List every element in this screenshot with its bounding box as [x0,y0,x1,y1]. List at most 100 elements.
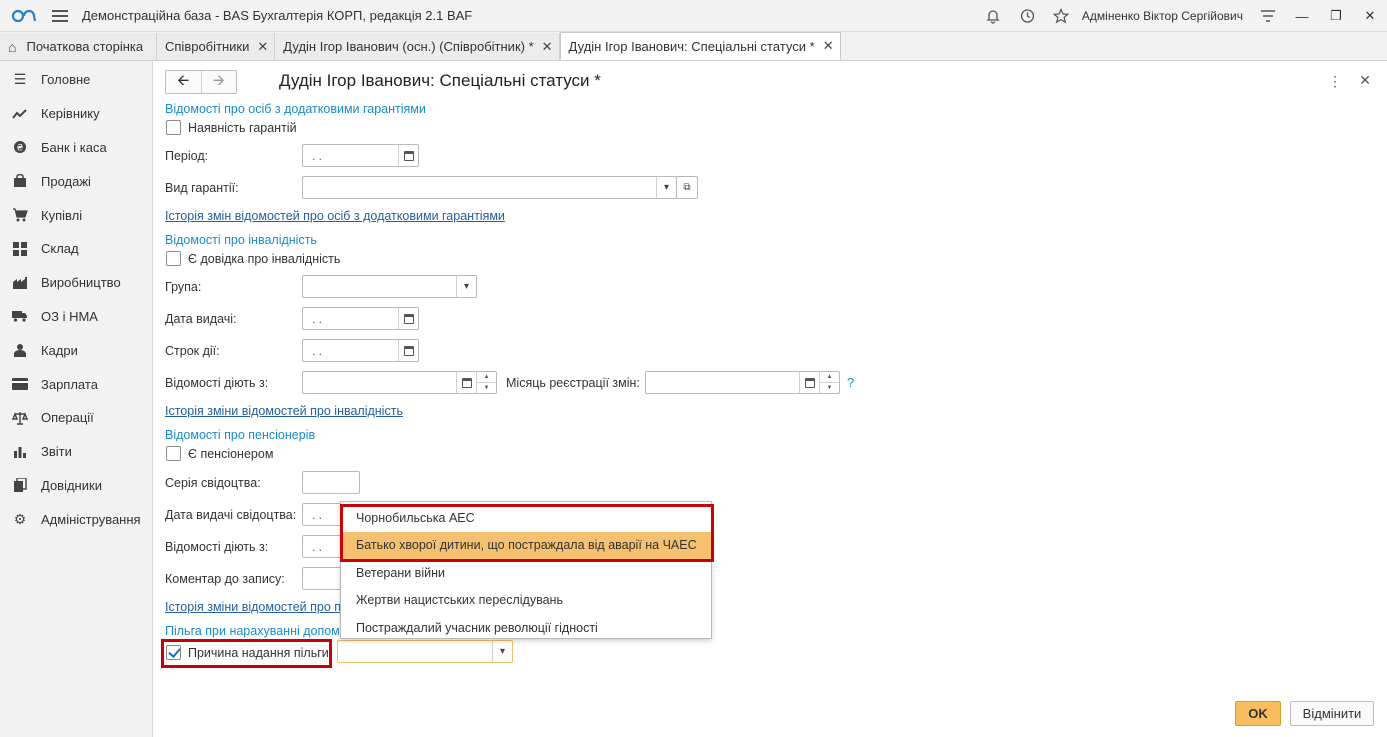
restore-icon[interactable]: ❐ [1319,0,1353,32]
tab-label: Дудін Ігор Іванович: Спеціальні статуси … [568,38,815,54]
list-icon: ☰ [13,71,27,88]
svg-text:₴: ₴ [17,144,24,154]
truck-icon [12,308,28,324]
back-arrow-icon[interactable]: 🡨 [166,71,201,93]
nav-buttons: 🡨 🡪 [165,70,237,94]
sidebar-item-purchases[interactable]: Купівлі [0,198,152,232]
sidebar-item-operations[interactable]: Операції [0,401,152,435]
validity-value: . . [312,343,323,358]
ok-button[interactable]: OK [1235,701,1281,726]
tab-employee-card[interactable]: Дудін Ігор Іванович (осн.) (Співробітник… [275,33,560,60]
sidebar-item-bank[interactable]: ₴ Банк і каса [0,131,152,165]
tab-bar: ⌂ Початкова сторінка Співробітники ✕ Дуд… [0,32,1387,61]
guarantees-checkbox-row[interactable]: Наявність гарантій [166,120,297,135]
cancel-button[interactable]: Відмінити [1290,701,1374,726]
chevron-down-icon[interactable]: ▾ [492,641,512,662]
pensioner-history-link[interactable]: Історія зміни відомостей про п [165,600,341,614]
home-icon: ⌂ [8,38,17,55]
sidebar-item-label: Склад [41,241,79,257]
benefit-reason-field[interactable]: ▾ [337,640,513,663]
disability-checkbox[interactable] [166,251,181,266]
sidebar-item-manager[interactable]: Керівнику [0,97,152,131]
settings-menu-icon[interactable] [1251,0,1285,32]
pension-effective-label: Відомості діють з: [165,540,269,554]
chevron-down-icon[interactable]: ▾ [456,276,476,297]
sidebar-item-production[interactable]: Виробництво [0,266,152,300]
chevron-down-icon[interactable]: ▾ [656,177,676,198]
guarantee-type-label: Вид гарантії: [165,181,239,195]
tab-label: Співробітники [165,39,250,54]
bag-icon [12,173,28,189]
form-title: Дудін Ігор Іванович: Спеціальні статуси … [279,71,601,90]
sidebar-item-main[interactable]: ☰ Головне [0,63,152,97]
books-icon [12,477,28,493]
validity-field[interactable]: . . [302,339,419,362]
trend-icon [12,106,28,122]
disability-checkbox-row[interactable]: Є довідка про інвалідність [166,251,340,266]
guarantees-history-link[interactable]: Історія змін відомостей про осіб з додат… [165,209,505,223]
bell-icon[interactable] [976,0,1010,32]
sidebar: ☰ Головне Керівнику ₴ Банк і каса Продажі … [0,61,153,737]
group-field[interactable]: ▾ [302,275,477,298]
sidebar-item-reports[interactable]: Звіти [0,435,152,469]
more-actions-icon[interactable]: ⋮ [1328,73,1342,90]
calendar-icon[interactable] [799,372,819,393]
guarantee-type-field[interactable]: ▾ [302,176,677,199]
open-icon[interactable]: ⧉ [676,176,698,199]
forward-arrow-icon[interactable]: 🡪 [200,71,237,93]
cart-icon [12,207,28,223]
sidebar-item-hr[interactable]: Кадри [0,333,152,367]
main-menu-icon[interactable] [52,9,68,22]
section-pensioner: Відомості про пенсіонерів [165,428,316,442]
spin-buttons[interactable]: ▲ ▼ [819,372,839,393]
sidebar-item-label: Головне [41,72,91,88]
help-icon[interactable]: ? [847,375,854,390]
sidebar-item-assets[interactable]: ОЗ і НМА [0,300,152,334]
checkbox-label: Наявність гарантій [188,120,297,135]
history-icon[interactable] [1010,0,1044,32]
sidebar-item-label: Кадри [41,342,78,358]
dropdown-option[interactable]: Постраждалий учасник революції гідності [341,614,711,642]
tab-special-statuses[interactable]: Дудін Ігор Іванович: Спеціальні статуси … [559,32,841,60]
issue-date-field[interactable]: . . [302,307,419,330]
dropdown-option[interactable]: Ветерани війни [341,559,711,587]
tab-home[interactable]: ⌂ Початкова сторінка [0,33,157,60]
tab-label: Дудін Ігор Іванович (осн.) (Співробітник… [283,39,534,54]
guarantees-checkbox[interactable] [166,120,181,135]
close-icon[interactable]: ✕ [257,39,268,55]
dropdown-option[interactable]: Жертви нацистських переслідувань [341,587,711,615]
calendar-icon[interactable] [398,145,418,166]
tab-label: Початкова сторінка [26,39,144,54]
reg-month-field[interactable]: ▲ ▼ [645,371,840,394]
sidebar-item-catalogs[interactable]: Довідники [0,469,152,503]
calendar-icon[interactable] [398,308,418,329]
highlight-frame [340,504,714,562]
close-icon[interactable]: ✕ [542,39,553,55]
close-form-icon[interactable]: ✕ [1359,72,1371,89]
sidebar-item-salary[interactable]: Зарплата [0,367,152,401]
effective-from-field[interactable]: ▲ ▼ [302,371,497,394]
pensioner-checkbox-row[interactable]: Є пенсіонером [166,446,273,461]
minimize-icon[interactable]: — [1285,0,1319,32]
tab-employees[interactable]: Співробітники ✕ [157,33,276,60]
section-disability: Відомості про інвалідність [165,233,317,247]
close-window-icon[interactable]: ✕ [1353,0,1387,32]
cert-series-field[interactable] [302,471,360,494]
sidebar-item-admin[interactable]: ⚙ Адміністрування [0,502,152,536]
title-bar: Демонстраційна база - BAS Бухгалтерія КО… [0,0,1387,32]
sidebar-item-warehouse[interactable]: Склад [0,232,152,266]
close-icon[interactable]: ✕ [823,38,834,54]
sidebar-item-sales[interactable]: Продажі [0,164,152,198]
spin-buttons[interactable]: ▲ ▼ [476,372,496,393]
calendar-icon[interactable] [398,340,418,361]
issue-date-label: Дата видачі: [165,312,237,326]
highlight-frame [161,639,332,668]
issue-date-value: . . [312,311,323,326]
bas-logo-icon[interactable] [10,6,40,26]
star-icon[interactable] [1044,0,1078,32]
disability-history-link[interactable]: Історія зміни відомостей про інвалідніст… [165,404,403,418]
user-name[interactable]: Адміненко Віктор Сергійович [1082,9,1243,23]
pensioner-checkbox[interactable] [166,446,181,461]
period-field[interactable]: . . [302,144,419,167]
calendar-icon[interactable] [456,372,476,393]
